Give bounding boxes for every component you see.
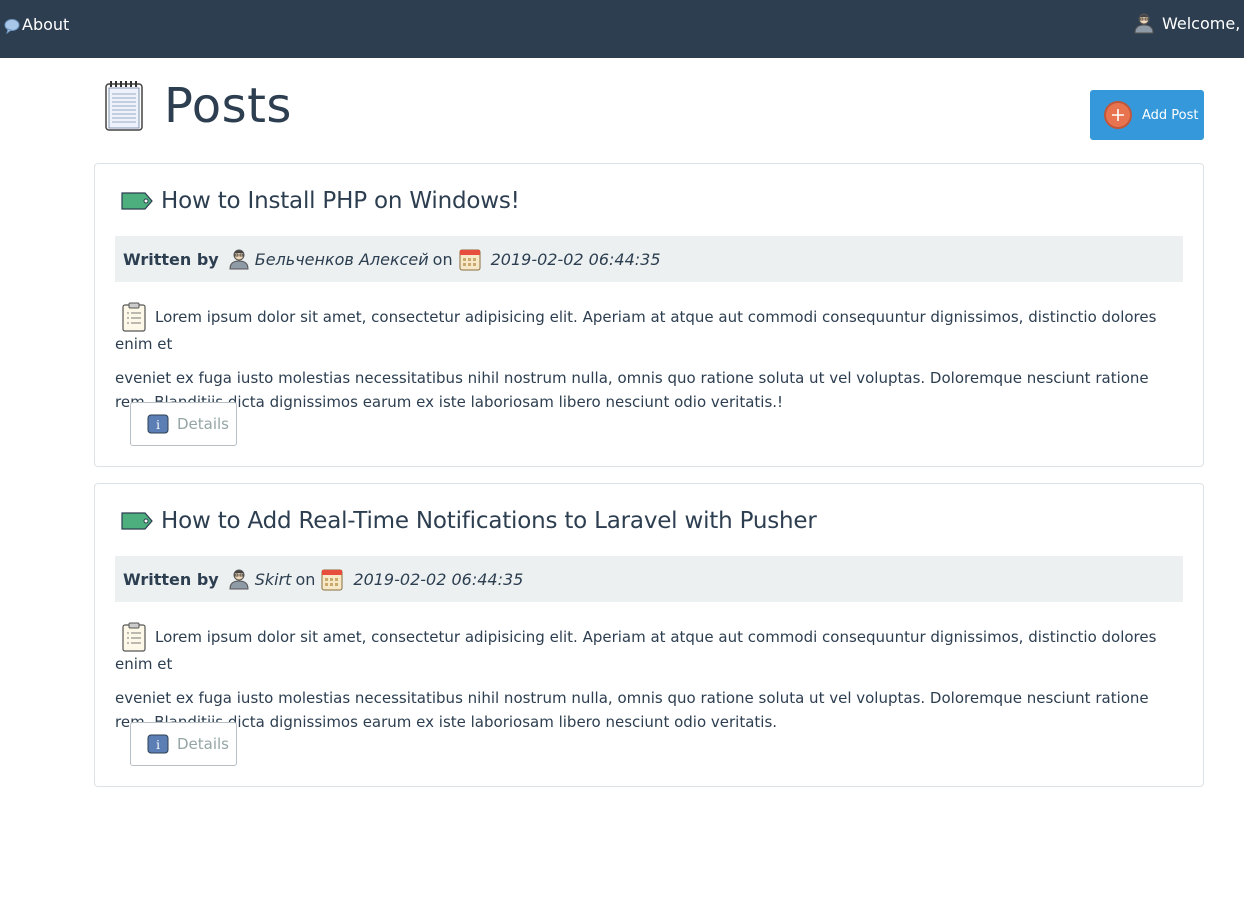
nav-about-link[interactable]: About <box>4 15 69 34</box>
post-body-rest: eveniet ex fuga iusto molestias necessit… <box>115 689 1149 731</box>
notepad-icon <box>105 81 143 131</box>
post-body-line1: Lorem ipsum dolor sit amet, consectetur … <box>115 628 1157 673</box>
written-by-label: Written by <box>123 569 219 589</box>
post-title[interactable]: How to Install PHP on Windows! <box>161 188 520 214</box>
svg-text:i: i <box>156 738 160 752</box>
user-avatar-icon <box>1134 13 1154 34</box>
clipboard-icon <box>122 302 146 332</box>
welcome-text: Welcome, E <box>1162 13 1244 33</box>
tag-icon <box>121 192 153 210</box>
post-title-row: How to Install PHP on Windows! <box>121 188 520 214</box>
user-menu[interactable]: Welcome, E <box>1134 12 1244 34</box>
post-meta: Written by Бельченков Алексей on 2019-02… <box>115 236 1183 282</box>
post-date: 2019-02-02 06:44:35 <box>490 249 661 269</box>
add-post-button[interactable]: Add Post <box>1090 90 1204 140</box>
user-avatar-icon <box>229 569 249 590</box>
nav-about-label: About <box>22 15 70 34</box>
written-by-label: Written by <box>123 249 219 269</box>
user-avatar-icon <box>229 249 249 270</box>
on-label: on <box>295 569 316 589</box>
post-author: Бельченков Алексей <box>254 249 429 269</box>
post-card: How to Add Real-Time Notifications to La… <box>94 483 1204 787</box>
info-icon: i <box>147 414 169 434</box>
post-body-rest: eveniet ex fuga iusto molestias necessit… <box>115 369 1149 411</box>
on-label: on <box>432 249 453 269</box>
info-icon: i <box>147 734 169 754</box>
add-post-label: Add Post <box>1142 107 1199 123</box>
page-header: Posts <box>104 78 292 134</box>
details-label: Details <box>177 415 230 433</box>
post-body: Lorem ipsum dolor sit amet, consectetur … <box>115 302 1185 414</box>
details-button[interactable]: i Details <box>130 722 237 766</box>
post-card: How to Install PHP on Windows! Written b… <box>94 163 1204 467</box>
calendar-icon <box>459 249 481 271</box>
speech-bubble-icon <box>4 19 20 34</box>
page-title: Posts <box>164 78 292 134</box>
post-body: Lorem ipsum dolor sit amet, consectetur … <box>115 622 1185 734</box>
plus-icon <box>1104 101 1132 129</box>
post-meta: Written by Skirt on 2019-02-02 06:44:35 <box>115 556 1183 602</box>
post-date: 2019-02-02 06:44:35 <box>353 569 524 589</box>
post-title-row: How to Add Real-Time Notifications to La… <box>121 508 817 534</box>
navbar: About Welcome, E <box>0 0 1244 58</box>
details-button[interactable]: i Details <box>130 402 237 446</box>
post-author: Skirt <box>254 569 292 589</box>
post-title[interactable]: How to Add Real-Time Notifications to La… <box>161 508 817 534</box>
calendar-icon <box>321 569 343 591</box>
clipboard-icon <box>122 622 146 652</box>
post-body-line1: Lorem ipsum dolor sit amet, consectetur … <box>115 308 1157 353</box>
tag-icon <box>121 512 153 530</box>
svg-text:i: i <box>156 418 160 432</box>
details-label: Details <box>177 735 230 753</box>
